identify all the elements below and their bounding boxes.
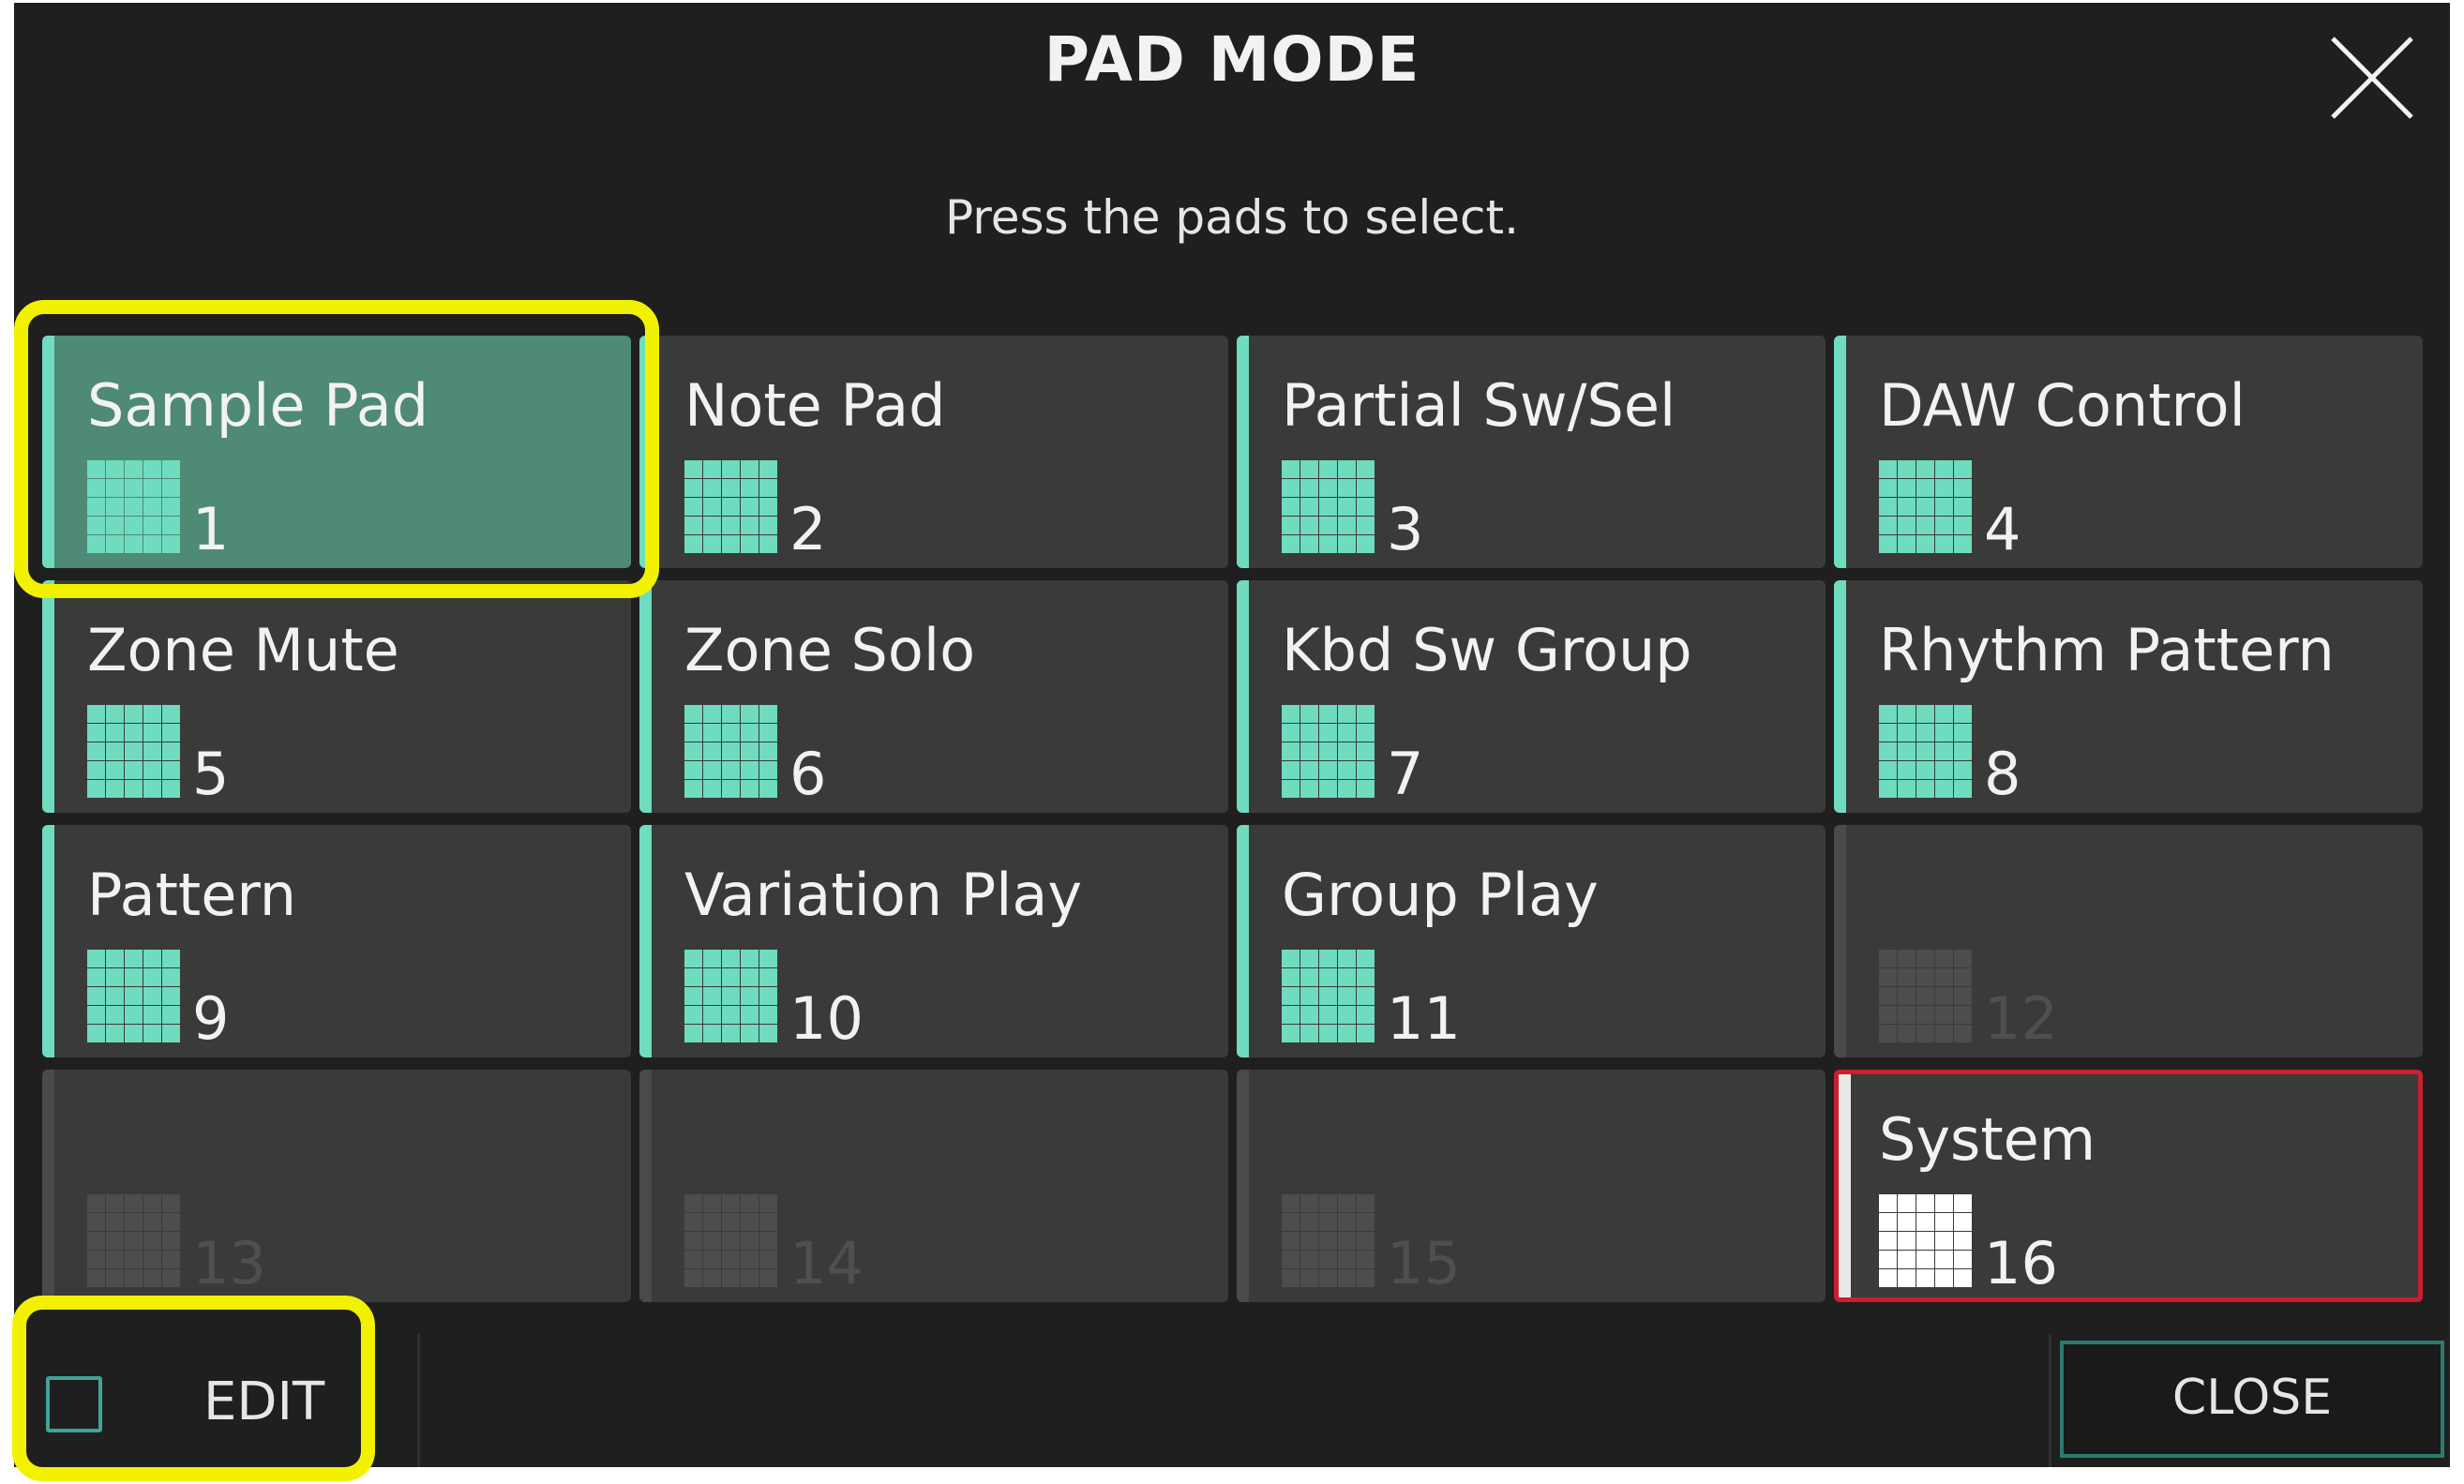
edit-toggle[interactable]: EDIT bbox=[25, 1334, 391, 1465]
pad-number: 8 bbox=[1984, 740, 2021, 808]
pad-label: Zone Mute bbox=[87, 616, 399, 684]
pad-system[interactable]: System 16 bbox=[1834, 1070, 2423, 1302]
pad-accent-bar bbox=[1834, 580, 1846, 813]
grid-icon bbox=[87, 1194, 181, 1288]
pad-zone-mute[interactable]: Zone Mute 5 bbox=[42, 580, 631, 813]
grid-icon bbox=[684, 705, 778, 799]
pad-accent-bar bbox=[1834, 825, 1846, 1057]
edit-checkbox[interactable] bbox=[46, 1376, 102, 1432]
pad-number: 1 bbox=[192, 495, 230, 563]
pad-group-play[interactable]: Group Play 11 bbox=[1237, 825, 1825, 1057]
pad-empty-12[interactable]: 12 bbox=[1834, 825, 2423, 1057]
pad-label: Kbd Sw Group bbox=[1282, 616, 1692, 684]
pad-number: 6 bbox=[789, 740, 827, 808]
pad-sample-pad[interactable]: Sample Pad 1 bbox=[42, 336, 631, 568]
pad-accent-bar bbox=[639, 336, 652, 568]
pad-accent-bar bbox=[42, 1070, 54, 1302]
grid-icon bbox=[87, 460, 181, 554]
grid-icon bbox=[1879, 705, 1973, 799]
grid-icon bbox=[87, 950, 181, 1043]
pad-rhythm-pattern[interactable]: Rhythm Pattern 8 bbox=[1834, 580, 2423, 813]
pad-zone-solo[interactable]: Zone Solo 6 bbox=[639, 580, 1228, 813]
edit-label: EDIT bbox=[203, 1372, 325, 1432]
pad-accent-bar bbox=[1237, 825, 1249, 1057]
pad-accent-bar bbox=[42, 825, 54, 1057]
pad-accent-bar bbox=[639, 1070, 652, 1302]
pad-number: 5 bbox=[192, 740, 230, 808]
pad-number: 3 bbox=[1387, 495, 1424, 563]
grid-icon bbox=[87, 705, 181, 799]
grid-icon bbox=[1879, 950, 1973, 1043]
pad-label: Sample Pad bbox=[87, 371, 429, 440]
pad-number: 2 bbox=[789, 495, 827, 563]
grid-icon bbox=[1879, 1194, 1973, 1288]
pad-number: 16 bbox=[1984, 1229, 2058, 1297]
pad-label: Variation Play bbox=[684, 861, 1083, 929]
pad-accent-bar bbox=[42, 580, 54, 813]
pad-number: 11 bbox=[1387, 984, 1461, 1053]
pad-partial-sw-sel[interactable]: Partial Sw/Sel 3 bbox=[1237, 336, 1825, 568]
pad-pattern[interactable]: Pattern 9 bbox=[42, 825, 631, 1057]
pad-empty-15[interactable]: 15 bbox=[1237, 1070, 1825, 1302]
pad-note-pad[interactable]: Note Pad 2 bbox=[639, 336, 1228, 568]
close-button[interactable]: CLOSE bbox=[2060, 1341, 2444, 1458]
pad-label: System bbox=[1879, 1105, 2096, 1174]
pad-label: Zone Solo bbox=[684, 616, 975, 684]
pad-number: 7 bbox=[1387, 740, 1424, 808]
grid-icon bbox=[684, 950, 778, 1043]
grid-icon bbox=[1282, 460, 1375, 554]
pad-label: Note Pad bbox=[684, 371, 946, 440]
pad-variation-play[interactable]: Variation Play 10 bbox=[639, 825, 1228, 1057]
close-x-button[interactable] bbox=[2316, 22, 2428, 134]
pad-accent-bar bbox=[1834, 336, 1846, 568]
pad-label: Rhythm Pattern bbox=[1879, 616, 2335, 684]
pad-empty-13[interactable]: 13 bbox=[42, 1070, 631, 1302]
pad-number: 9 bbox=[192, 984, 230, 1053]
pad-label: Pattern bbox=[87, 861, 297, 929]
grid-icon bbox=[684, 460, 778, 554]
pad-number: 14 bbox=[789, 1229, 864, 1297]
pad-accent-bar bbox=[1237, 1070, 1249, 1302]
footer-divider bbox=[417, 1334, 420, 1467]
pad-number: 15 bbox=[1387, 1229, 1461, 1297]
pad-number: 10 bbox=[789, 984, 864, 1053]
pad-accent-bar bbox=[639, 825, 652, 1057]
pad-daw-control[interactable]: DAW Control 4 bbox=[1834, 336, 2423, 568]
pad-kbd-sw-group[interactable]: Kbd Sw Group 7 bbox=[1237, 580, 1825, 813]
pad-accent-bar bbox=[1839, 1074, 1851, 1297]
pad-number: 13 bbox=[192, 1229, 266, 1297]
grid-icon bbox=[1879, 460, 1973, 554]
pad-mode-dialog: PAD MODE Press the pads to select. Sampl… bbox=[14, 3, 2450, 1467]
pad-label: Partial Sw/Sel bbox=[1282, 371, 1676, 440]
pad-label: DAW Control bbox=[1879, 371, 2246, 440]
grid-icon bbox=[1282, 1194, 1375, 1288]
grid-icon bbox=[684, 1194, 778, 1288]
pad-label: Group Play bbox=[1282, 861, 1599, 929]
dialog-title: PAD MODE bbox=[1044, 23, 1420, 96]
pad-empty-14[interactable]: 14 bbox=[639, 1070, 1228, 1302]
pad-accent-bar bbox=[42, 336, 54, 568]
instruction-text: Press the pads to select. bbox=[944, 190, 1520, 245]
pad-number: 4 bbox=[1984, 495, 2021, 563]
grid-icon bbox=[1282, 950, 1375, 1043]
pad-accent-bar bbox=[1237, 580, 1249, 813]
pad-number: 12 bbox=[1984, 984, 2058, 1053]
footer-divider bbox=[2049, 1334, 2051, 1467]
close-icon bbox=[2331, 37, 2413, 119]
pad-accent-bar bbox=[639, 580, 652, 813]
pad-accent-bar bbox=[1237, 336, 1249, 568]
grid-icon bbox=[1282, 705, 1375, 799]
